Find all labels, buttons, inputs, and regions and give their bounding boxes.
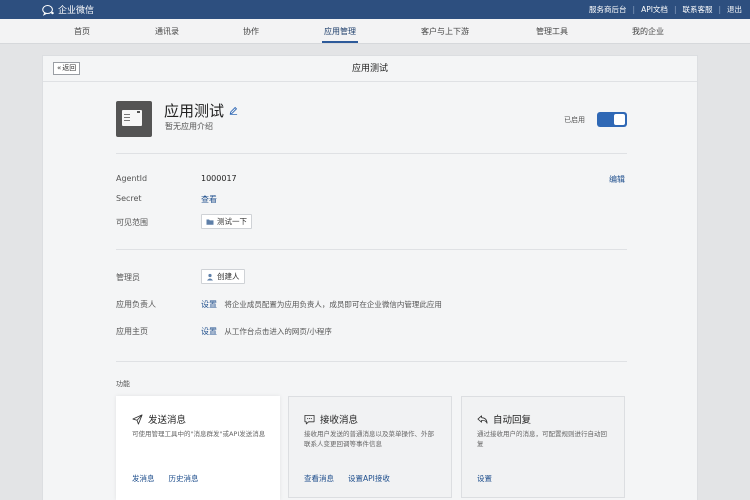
card-description: 通过接收用户的消息，可配置规则进行自动回复 [477, 430, 607, 448]
card-description: 可使用管理工具中的"消息群发"或API发送消息 [132, 430, 266, 438]
nav-item-customers[interactable]: 客户与上下游 [421, 19, 469, 44]
divider [116, 249, 627, 250]
visible-range-value: 测试一下 [217, 217, 247, 226]
card-title-text: 发送消息 [148, 415, 187, 426]
user-icon [207, 273, 213, 280]
back-label: 返回 [62, 64, 77, 72]
back-button[interactable]: « 返回 [53, 62, 81, 75]
view-messages-link[interactable]: 查看消息 [304, 473, 334, 484]
api-docs-link[interactable]: API文档 [641, 4, 668, 15]
divider [116, 361, 627, 362]
feature-card-auto-reply[interactable]: 自动回复 通过接收用户的消息，可配置规则进行自动回复 设置 [461, 396, 625, 498]
agentid-label: AgentId [116, 174, 148, 183]
visible-range-label: 可见范围 [116, 218, 148, 227]
status-label: 已启用 [564, 116, 585, 124]
admin-value: 创建人 [217, 272, 240, 281]
features-section-label: 功能 [116, 380, 130, 388]
enable-toggle[interactable] [597, 112, 627, 127]
admin-chip[interactable]: 创建人 [201, 269, 245, 284]
nav-item-app-management[interactable]: 应用管理 [322, 19, 358, 44]
card-title: 自动回复 [477, 412, 531, 426]
brand-name: 企业微信 [58, 6, 95, 16]
separator: | [632, 5, 636, 14]
card-title-text: 接收消息 [320, 415, 359, 426]
app-window-icon [122, 110, 142, 126]
api-receive-settings-link[interactable]: 设置API接收 [348, 473, 390, 484]
contact-support-link[interactable]: 联系客服 [682, 4, 712, 15]
app-name: 应用测试 [164, 100, 238, 121]
separator: | [718, 5, 721, 14]
send-message-link[interactable]: 发消息 [132, 473, 155, 484]
app-detail-panel: 应用测试 « 返回 应用测试 暂无应用介绍 已启用 AgentId 100001… [42, 55, 698, 500]
feature-card-send-message[interactable]: 发送消息 可使用管理工具中的"消息群发"或API发送消息 发消息 历史消息 [116, 396, 280, 500]
edit-link[interactable]: 编辑 [609, 174, 625, 185]
homepage-hint: 从工作台点击进入的网页/小程序 [224, 327, 332, 336]
card-actions: 发消息 历史消息 [132, 473, 199, 484]
auto-reply-settings-link[interactable]: 设置 [477, 473, 492, 484]
top-links: 服务商后台 | API文档 | 联系客服 | 退出 [589, 4, 742, 15]
owner-settings-link[interactable]: 设置 [201, 300, 217, 309]
card-description: 接收用户发送的普通消息以及菜单操作、外部联系人变更回调等事件信息 [304, 430, 434, 448]
wecom-logo-icon [42, 4, 54, 16]
owner-hint: 将企业成员配置为应用负责人，成员即可在企业微信内管理此应用 [224, 300, 442, 309]
homepage-row: 设置 从工作台点击进入的网页/小程序 [201, 326, 332, 337]
owner-row: 设置 将企业成员配置为应用负责人，成员即可在企业微信内管理此应用 [201, 299, 442, 310]
reply-icon [477, 414, 488, 424]
divider [116, 153, 627, 154]
top-bar: 企业微信 服务商后台 | API文档 | 联系客服 | 退出 [0, 0, 750, 19]
chat-icon [304, 414, 315, 424]
feature-card-receive-message[interactable]: 接收消息 接收用户发送的普通消息以及菜单操作、外部联系人变更回调等事件信息 查看… [288, 396, 452, 498]
pencil-icon[interactable] [229, 106, 238, 115]
nav-item-collaboration[interactable]: 协作 [243, 19, 259, 44]
logout-link[interactable]: 退出 [727, 4, 742, 15]
separator: | [673, 5, 677, 14]
nav-item-my-enterprise[interactable]: 我的企业 [632, 19, 664, 44]
double-chevron-left-icon: « [57, 64, 62, 72]
app-logo[interactable] [116, 101, 152, 137]
view-secret-link[interactable]: 查看 [201, 194, 217, 205]
provider-backend-link[interactable]: 服务商后台 [589, 4, 627, 15]
nav-item-home[interactable]: 首页 [74, 19, 90, 44]
card-actions: 设置 [477, 473, 492, 484]
card-title-text: 自动回复 [493, 415, 532, 426]
nav-item-contacts[interactable]: 通讯录 [155, 19, 179, 44]
panel-header: 应用测试 « 返回 [43, 56, 697, 82]
toggle-knob [614, 114, 625, 125]
card-title: 发送消息 [132, 412, 186, 426]
nav-item-management-tools[interactable]: 管理工具 [536, 19, 568, 44]
admin-label: 管理员 [116, 273, 140, 282]
card-title: 接收消息 [304, 412, 358, 426]
visible-range-chip[interactable]: 测试一下 [201, 214, 252, 229]
message-history-link[interactable]: 历史消息 [169, 473, 199, 484]
card-actions: 查看消息 设置API接收 [304, 473, 390, 484]
homepage-settings-link[interactable]: 设置 [201, 327, 217, 336]
app-name-text: 应用测试 [164, 102, 225, 120]
panel-title: 应用测试 [351, 64, 388, 74]
folder-icon [206, 219, 214, 225]
send-icon [132, 414, 143, 424]
app-description: 暂无应用介绍 [165, 122, 213, 131]
secret-label: Secret [116, 194, 142, 203]
brand[interactable]: 企业微信 [42, 3, 94, 16]
agentid-value: 1000017 [201, 174, 237, 183]
main-nav: 首页 通讯录 协作 应用管理 客户与上下游 管理工具 我的企业 [0, 19, 750, 44]
owner-label: 应用负责人 [116, 300, 156, 309]
homepage-label: 应用主页 [116, 327, 148, 336]
